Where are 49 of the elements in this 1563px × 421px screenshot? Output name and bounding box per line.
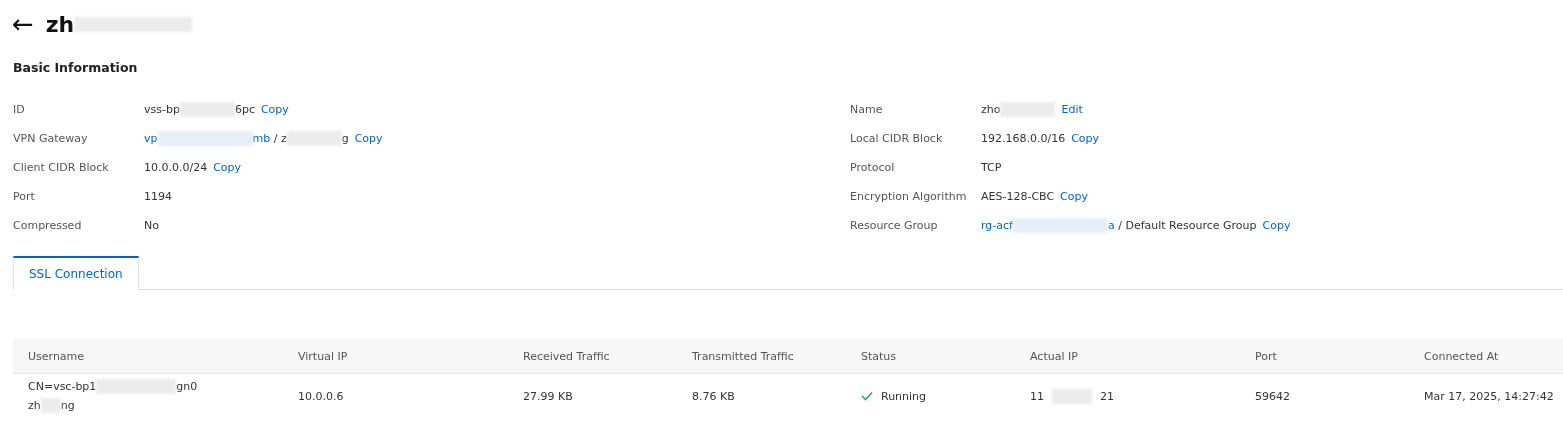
- action-link[interactable]: Copy: [1060, 190, 1088, 203]
- action-link[interactable]: Copy: [1262, 219, 1291, 232]
- table-cell-text: 8.76 KB: [692, 389, 736, 403]
- table-cell-text: 59642: [1255, 389, 1291, 403]
- section-title: Basic Information: [13, 60, 139, 75]
- field-value: vss-bp 6pc: [144, 102, 255, 117]
- field-value: 1194: [144, 190, 172, 203]
- action-link[interactable]: Copy: [260, 103, 289, 116]
- field-label: Local CIDR Block: [849, 132, 944, 145]
- column-header: Transmitted Traffic: [692, 349, 795, 363]
- table-cell-text: zh ng: [28, 398, 76, 413]
- action-link[interactable]: Copy: [213, 161, 242, 174]
- action-link[interactable]: Copy: [354, 132, 383, 145]
- column-header: Virtual IP: [298, 349, 349, 363]
- table-cell-text: Mar 17, 2025, 14:27:42: [1424, 389, 1555, 403]
- field-value: 10.0.0.0/24: [144, 161, 208, 174]
- field-label: VPN Gateway: [12, 132, 89, 145]
- field-label: Client CIDR Block: [12, 161, 110, 174]
- field-value: TCP: [981, 161, 1002, 174]
- tab[interactable]: SSL Connection: [13, 256, 139, 290]
- column-header: Status: [861, 349, 898, 363]
- action-link[interactable]: Copy: [1071, 132, 1100, 145]
- table-cell-text: 10.0.0.6: [298, 389, 345, 403]
- field-label: Resource Group: [849, 219, 939, 232]
- status-text: Running: [881, 389, 927, 403]
- table-cell-text: 27.99 KB: [523, 389, 574, 403]
- table-cell-text: 11 21: [1030, 388, 1115, 404]
- check-icon: [861, 391, 873, 401]
- field-label: Protocol: [849, 161, 896, 174]
- column-header: Username: [28, 349, 86, 363]
- field-label: Compressed: [12, 219, 83, 232]
- field-label: Port: [12, 190, 36, 203]
- action-link[interactable]: Edit: [1061, 103, 1083, 116]
- field-value: zho: [981, 102, 1056, 117]
- table-cell-text: CN=vsc-bp1 gn0: [28, 379, 199, 394]
- field-link[interactable]: vp mb / z g: [144, 131, 349, 146]
- column-header: Port: [1255, 349, 1278, 363]
- field-label: Encryption Algorithm: [849, 190, 968, 203]
- column-header: Actual IP: [1030, 349, 1079, 363]
- column-header: Connected At: [1424, 349, 1500, 363]
- field-value: 192.168.0.0/16: [981, 132, 1066, 145]
- field-value: AES-128-CBC: [981, 190, 1055, 203]
- field-label: Name: [849, 103, 884, 116]
- back-button[interactable]: ←: [12, 11, 34, 37]
- field-link[interactable]: rg-acf a / Default Resource Group: [981, 218, 1257, 233]
- field-label: ID: [12, 103, 26, 116]
- page-title: zh: [45, 11, 193, 37]
- field-value: No: [144, 219, 159, 232]
- column-header: Received Traffic: [523, 349, 611, 363]
